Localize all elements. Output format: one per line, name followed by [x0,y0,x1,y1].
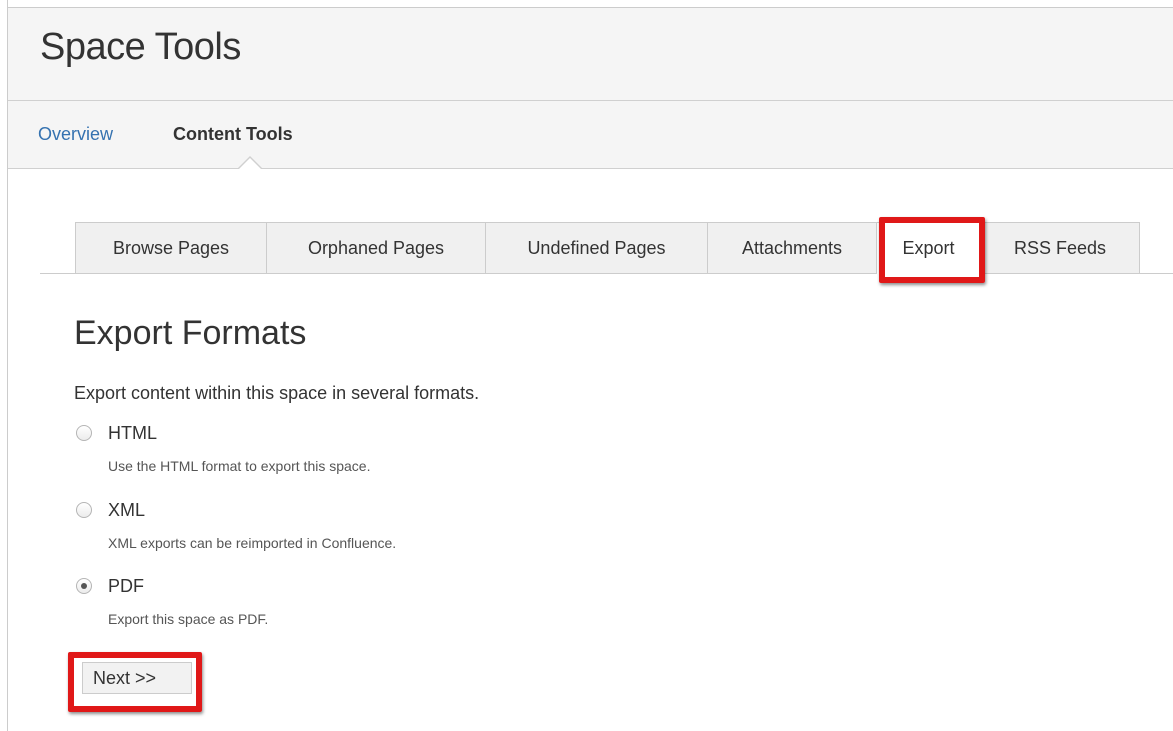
page-title: Space Tools [40,26,241,68]
section-title: Export Formats [74,314,307,352]
section-description: Export content within this space in seve… [74,383,480,403]
header-divider [8,100,1173,101]
active-nav-caret-fill [238,158,262,170]
tab-rss-feeds[interactable]: RSS Feeds [980,222,1140,273]
pdf-option-description: Export this space as PDF. [108,611,269,627]
radio-selected-dot [81,583,87,589]
html-option-label[interactable]: HTML [108,423,157,444]
pdf-option-label[interactable]: PDF [108,576,144,597]
html-option-description: Use the HTML format to export this space… [108,458,371,474]
xml-option-label[interactable]: XML [108,500,145,521]
space-tools-header: Space Tools Overview Content Tools [8,8,1173,168]
export-tab-highlight [879,217,985,283]
xml-radio[interactable] [76,502,92,518]
tabs-baseline [40,273,1173,274]
nav-content-tools-link[interactable]: Content Tools [173,124,293,145]
next-button-highlight [68,652,202,712]
xml-option-description: XML exports can be reimported in Conflue… [108,535,397,551]
pdf-radio[interactable] [76,578,92,594]
html-radio[interactable] [76,425,92,441]
tab-attachments[interactable]: Attachments [707,222,877,273]
tab-browse-pages[interactable]: Browse Pages [75,222,267,273]
tab-orphaned-pages[interactable]: Orphaned Pages [266,222,486,273]
tab-undefined-pages[interactable]: Undefined Pages [485,222,708,273]
header-bottom-border [8,168,1173,169]
nav-overview-link[interactable]: Overview [38,124,113,145]
